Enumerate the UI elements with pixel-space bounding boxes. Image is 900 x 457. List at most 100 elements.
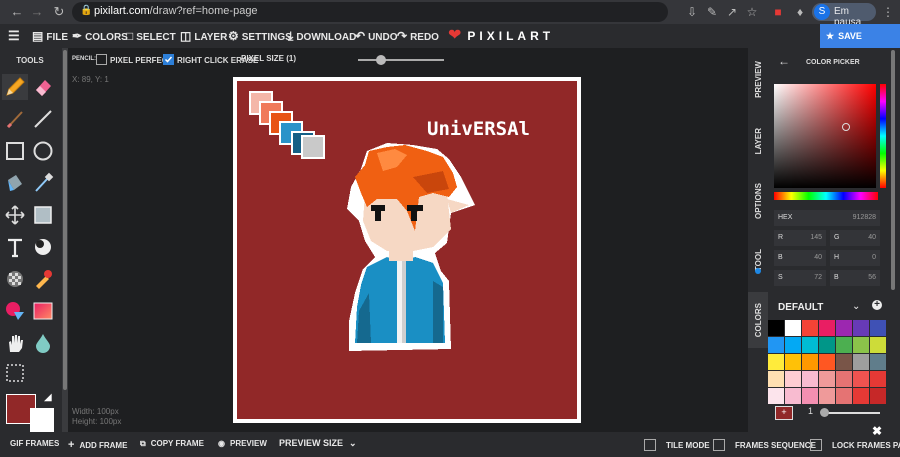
eraser-tool[interactable] [30, 74, 56, 100]
preview-button[interactable]: ◉ PREVIEW [218, 439, 267, 448]
tab-options[interactable]: OPTIONS [748, 172, 768, 230]
palette-swatch[interactable] [785, 371, 801, 387]
palette-swatch[interactable] [870, 337, 886, 353]
puzzle-icon[interactable]: ♦ [792, 4, 808, 20]
palette-swatch[interactable] [836, 320, 852, 336]
palette-swatch[interactable] [785, 354, 801, 370]
palette-swatch[interactable] [785, 388, 801, 404]
palette-swatch[interactable] [853, 354, 869, 370]
palette-swatch[interactable] [802, 337, 818, 353]
circle-tool[interactable] [30, 138, 56, 164]
red-field[interactable]: R 145 [774, 230, 826, 246]
layer-menu[interactable]: ◫ LAYER [180, 24, 227, 48]
palette-swatch[interactable] [853, 320, 869, 336]
add-frame-button[interactable]: + ADD FRAME [68, 439, 127, 451]
palette-swatch[interactable] [819, 337, 835, 353]
tile-mode-toggle[interactable]: TILE MODE [644, 439, 710, 451]
checkbox-checked-icon[interactable] [163, 54, 174, 65]
bookmark-star-icon[interactable]: ☆ [744, 4, 760, 20]
swap-colors-icon[interactable]: ◢ [44, 392, 52, 403]
tab-tool[interactable]: TOOL [748, 230, 768, 290]
frames-sequence-toggle[interactable]: FRAMES SEQUENCE [713, 439, 816, 451]
palette-swatch[interactable] [785, 320, 801, 336]
profile-button[interactable]: S Em pausa [812, 3, 876, 28]
slider-handle[interactable] [820, 408, 829, 417]
add-palette-icon[interactable]: + [872, 300, 882, 310]
checkbox-unchecked-icon[interactable] [713, 439, 725, 451]
tab-colors[interactable]: COLORS [748, 292, 768, 348]
slider-handle[interactable] [376, 55, 386, 65]
checkbox-unchecked-icon[interactable] [96, 54, 107, 65]
palette-swatch[interactable] [802, 354, 818, 370]
reload-icon[interactable]: ↻ [50, 3, 68, 21]
palette-swatch[interactable] [768, 354, 784, 370]
redo-button[interactable]: ↷ REDO [397, 24, 439, 48]
select-menu[interactable]: □ SELECT [126, 24, 176, 48]
saturation-value-picker[interactable] [774, 84, 876, 188]
dither-tool[interactable] [30, 234, 56, 260]
text-tool[interactable] [2, 234, 28, 260]
panel-scrollbar[interactable] [886, 48, 900, 432]
palette-swatch[interactable] [768, 371, 784, 387]
palette-swatch[interactable] [802, 371, 818, 387]
drawing-canvas[interactable]: UnivERSAl [237, 81, 577, 419]
scrollbar-thumb[interactable] [63, 50, 67, 390]
settings-menu[interactable]: ⚙ SETTINGS [228, 24, 292, 48]
palette-name[interactable]: DEFAULT [778, 302, 823, 313]
tab-preview[interactable]: PREVIEW [748, 48, 768, 110]
palette-size-slider[interactable] [820, 408, 880, 417]
back-arrow-icon[interactable]: ← [778, 54, 790, 68]
secondary-color-swatch[interactable] [30, 408, 54, 432]
chevron-down-icon[interactable]: ⌄ [852, 301, 860, 312]
line-tool[interactable] [30, 106, 56, 132]
address-bar[interactable]: 🔒 pixilart.com/draw?ref=home-page [72, 2, 668, 22]
add-color-button[interactable]: + [775, 406, 793, 420]
kebab-menu-icon[interactable]: ⋮ [880, 4, 896, 20]
forward-icon[interactable]: → [28, 3, 46, 21]
back-icon[interactable]: ← [8, 3, 26, 21]
palette-swatch[interactable] [802, 320, 818, 336]
extension-icon[interactable]: ■ [770, 4, 786, 20]
preview-size-dropdown[interactable]: PREVIEW SIZE ⌄ [279, 438, 357, 449]
copy-frame-button[interactable]: ⧉ COPY FRAME [140, 439, 204, 449]
marquee-select-tool[interactable] [2, 360, 28, 386]
checkbox-unchecked-icon[interactable] [810, 439, 822, 451]
stamp-tool[interactable] [30, 266, 56, 292]
hamburger-icon[interactable]: ☰ [8, 24, 20, 48]
gif-frames-button[interactable]: GIF FRAMES [10, 439, 59, 448]
move-tool[interactable] [2, 202, 28, 228]
palette-swatch[interactable] [836, 388, 852, 404]
saturation-field[interactable]: S 72 [774, 270, 826, 286]
eyedropper-tool[interactable] [30, 170, 56, 196]
tab-layer[interactable]: LAYER [748, 110, 768, 172]
palette-swatch[interactable] [768, 337, 784, 353]
translate-icon[interactable]: ✎ [704, 4, 720, 20]
pixel-size-slider[interactable] [358, 55, 444, 65]
scrollbar-thumb[interactable] [891, 50, 895, 290]
pattern-tool[interactable] [2, 266, 28, 292]
hue-field[interactable]: H0 [830, 250, 880, 266]
palette-swatch[interactable] [836, 371, 852, 387]
palette-swatch[interactable] [870, 354, 886, 370]
hex-field[interactable]: HEX 912828 [774, 210, 880, 226]
palette-swatch[interactable] [785, 337, 801, 353]
rectangle-tool[interactable] [2, 138, 28, 164]
picker-cursor[interactable] [842, 123, 850, 131]
download-menu[interactable]: ⤓ DOWNLOAD [288, 24, 356, 48]
palette-swatch[interactable] [819, 354, 835, 370]
share-icon[interactable]: ↗ [724, 4, 740, 20]
palette-swatch[interactable] [836, 337, 852, 353]
brush-tool[interactable] [2, 106, 28, 132]
pencil-tool[interactable] [2, 74, 28, 100]
palette-swatch[interactable] [870, 371, 886, 387]
pixilart-logo[interactable]: ❤ PIXILART [448, 24, 554, 48]
palette-swatch[interactable] [853, 337, 869, 353]
fill-tool[interactable] [2, 170, 28, 196]
gradient-tool[interactable] [30, 298, 56, 324]
green-field[interactable]: G 40 [830, 230, 880, 246]
pixel-perfect-toggle[interactable]: PIXEL PERFECT [96, 54, 173, 65]
tools-scrollbar[interactable] [62, 48, 68, 432]
colors-menu[interactable]: ✒ COLORS [72, 24, 128, 48]
palette-swatch[interactable] [853, 371, 869, 387]
lock-frames-panel-toggle[interactable]: LOCK FRAMES PANEL [810, 439, 900, 451]
